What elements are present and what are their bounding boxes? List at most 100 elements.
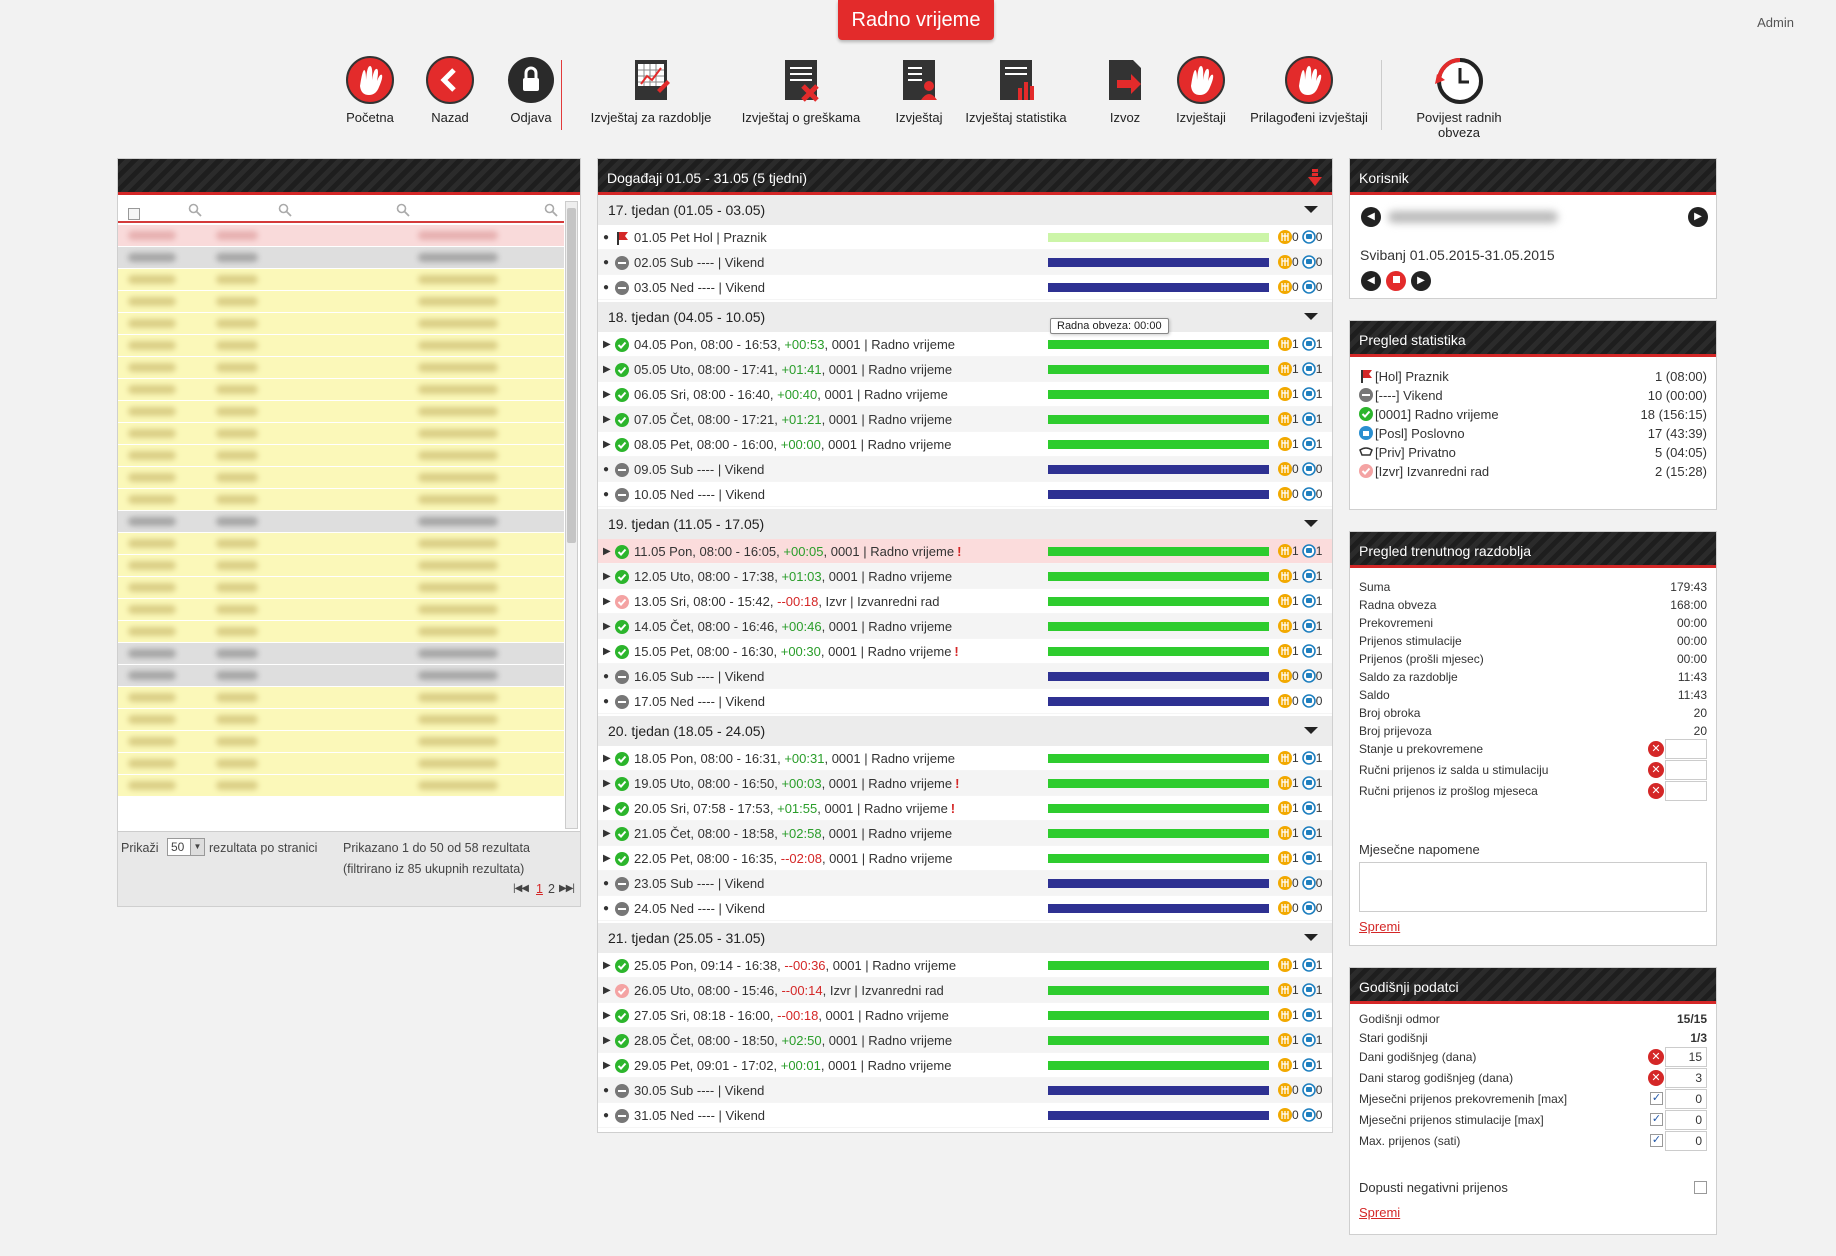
event-row[interactable]: ● 09.05 Sub ---- | Vikend 0 0 bbox=[598, 457, 1332, 482]
table-scrollbar[interactable] bbox=[565, 201, 578, 829]
table-row[interactable] bbox=[118, 247, 564, 269]
table-row[interactable] bbox=[118, 401, 564, 423]
table-row[interactable] bbox=[118, 665, 564, 687]
event-row[interactable]: ▶ 22.05 Pet, 08:00 - 16:35, --02:08, 0001… bbox=[598, 846, 1332, 871]
event-row[interactable]: ▶ 20.05 Sri, 07:58 - 17:53, +01:55, 0001 … bbox=[598, 796, 1332, 821]
event-row[interactable]: ▶ 27.05 Sri, 08:18 - 16:00, --00:18, 0001… bbox=[598, 1003, 1332, 1028]
toolbar-export-button[interactable]: Izvoz bbox=[1088, 56, 1162, 125]
event-row[interactable]: ▶ 12.05 Uto, 08:00 - 17:38, +01:03, 0001 … bbox=[598, 564, 1332, 589]
table-row[interactable] bbox=[118, 731, 564, 753]
event-row[interactable]: ● 24.05 Ned ---- | Vikend 0 0 bbox=[598, 896, 1332, 921]
bullet-icon[interactable]: ● bbox=[603, 225, 611, 250]
week-header[interactable]: 19. tjedan (11.05 - 17.05) bbox=[598, 509, 1332, 539]
table-row[interactable] bbox=[118, 313, 564, 335]
week-header[interactable]: 20. tjedan (18.05 - 24.05) bbox=[598, 716, 1332, 746]
event-row[interactable]: ● 16.05 Sub ---- | Vikend 0 0 bbox=[598, 664, 1332, 689]
prev-period-button[interactable]: ◀ bbox=[1361, 271, 1381, 291]
search-icon[interactable] bbox=[278, 203, 292, 217]
expand-arrow-icon[interactable]: ▶ bbox=[603, 978, 611, 1003]
chevron-down-icon[interactable] bbox=[1304, 206, 1318, 213]
enable-checkbox[interactable]: ✓ bbox=[1650, 1113, 1663, 1126]
expand-arrow-icon[interactable]: ▶ bbox=[603, 953, 611, 978]
table-row[interactable] bbox=[118, 291, 564, 313]
expand-arrow-icon[interactable]: ▶ bbox=[603, 1003, 611, 1028]
toolbar-reports-button[interactable]: Izvještaji bbox=[1163, 56, 1239, 125]
page-size-select[interactable]: 50 ▼ bbox=[167, 838, 205, 856]
event-row[interactable]: ▶ 14.05 Čet, 08:00 - 16:46, +00:46, 0001 … bbox=[598, 614, 1332, 639]
event-row[interactable]: ▶ 18.05 Pon, 08:00 - 16:31, +00:31, 0001 … bbox=[598, 746, 1332, 771]
event-row[interactable]: ● 10.05 Ned ---- | Vikend 0 0 bbox=[598, 482, 1332, 507]
table-row[interactable] bbox=[118, 709, 564, 731]
event-row[interactable]: ▶ 19.05 Uto, 08:00 - 16:50, +00:03, 0001 … bbox=[598, 771, 1332, 796]
last-page-icon[interactable]: ▶▶| bbox=[559, 883, 575, 894]
toolbar-back-button[interactable]: Nazad bbox=[408, 56, 492, 125]
chevron-down-icon[interactable] bbox=[1304, 934, 1318, 941]
event-row[interactable]: ● 03.05 Ned ---- | Vikend 0 0 bbox=[598, 275, 1332, 300]
clear-icon[interactable]: ✕ bbox=[1648, 741, 1664, 757]
table-row[interactable] bbox=[118, 555, 564, 577]
period-input-field[interactable] bbox=[1665, 739, 1707, 759]
notes-textarea[interactable] bbox=[1359, 862, 1707, 912]
clear-icon[interactable]: ✕ bbox=[1648, 762, 1664, 778]
annual-input-field[interactable]: 0 bbox=[1665, 1131, 1707, 1151]
expand-arrow-icon[interactable]: ▶ bbox=[603, 846, 611, 871]
expand-arrow-icon[interactable]: ▶ bbox=[603, 432, 611, 457]
event-row[interactable]: ● 30.05 Sub ---- | Vikend 0 0 bbox=[598, 1078, 1332, 1103]
event-row[interactable]: ▶ 26.05 Uto, 08:00 - 15:46, --00:14, Izvr… bbox=[598, 978, 1332, 1003]
table-row[interactable] bbox=[118, 269, 564, 291]
table-row[interactable] bbox=[118, 467, 564, 489]
annual-input-field[interactable]: 0 bbox=[1665, 1089, 1707, 1109]
table-row[interactable] bbox=[118, 753, 564, 775]
week-header[interactable]: 18. tjedan (04.05 - 10.05) bbox=[598, 302, 1332, 332]
table-row[interactable] bbox=[118, 643, 564, 665]
table-row[interactable] bbox=[118, 489, 564, 511]
table-row[interactable] bbox=[118, 445, 564, 467]
scrollbar-thumb[interactable] bbox=[567, 208, 576, 543]
event-row[interactable]: ▶ 06.05 Sri, 08:00 - 16:40, +00:40, 0001 … bbox=[598, 382, 1332, 407]
table-row[interactable] bbox=[118, 533, 564, 555]
expand-arrow-icon[interactable]: ▶ bbox=[603, 796, 611, 821]
table-row[interactable] bbox=[118, 577, 564, 599]
page-link-1[interactable]: 1 bbox=[536, 882, 543, 896]
chevron-down-icon[interactable] bbox=[1304, 727, 1318, 734]
toolbar-statistics-report-button[interactable]: Izvještaj statistika bbox=[951, 56, 1081, 125]
toolbar-clock-history-button[interactable]: Povijest radnih obveza bbox=[1407, 56, 1511, 140]
week-header[interactable]: 17. tjedan (01.05 - 03.05) bbox=[598, 195, 1332, 225]
expand-arrow-icon[interactable]: ▶ bbox=[603, 539, 611, 564]
event-row[interactable]: ▶ 13.05 Sri, 08:00 - 15:42, --00:18, Izvr… bbox=[598, 589, 1332, 614]
expand-arrow-icon[interactable]: ▶ bbox=[603, 821, 611, 846]
expand-arrow-icon[interactable]: ▶ bbox=[603, 746, 611, 771]
table-row[interactable] bbox=[118, 621, 564, 643]
expand-arrow-icon[interactable]: ▶ bbox=[603, 332, 611, 357]
week-header[interactable]: 21. tjedan (25.05 - 31.05) bbox=[598, 923, 1332, 953]
event-row[interactable]: ● 01.05 Pet Hol | Praznik 0 0 bbox=[598, 225, 1332, 250]
next-user-button[interactable]: ▶ bbox=[1688, 207, 1708, 227]
user-label[interactable]: Admin bbox=[1757, 15, 1794, 30]
event-row[interactable]: ● 31.05 Ned ---- | Vikend 0 0 bbox=[598, 1103, 1332, 1128]
download-arrow-icon[interactable] bbox=[1308, 169, 1322, 187]
expand-arrow-icon[interactable]: ▶ bbox=[603, 357, 611, 382]
expand-arrow-icon[interactable]: ▶ bbox=[603, 564, 611, 589]
table-row[interactable] bbox=[118, 599, 564, 621]
expand-arrow-icon[interactable]: ▶ bbox=[603, 382, 611, 407]
toolbar-custom-reports-button[interactable]: Prilagođeni izvještaji bbox=[1242, 56, 1376, 125]
search-icon[interactable] bbox=[544, 203, 558, 217]
first-page-icon[interactable]: |◀◀ bbox=[513, 883, 529, 894]
table-row[interactable] bbox=[118, 775, 564, 797]
table-row[interactable] bbox=[118, 225, 564, 247]
expand-arrow-icon[interactable]: ▶ bbox=[603, 1028, 611, 1053]
prev-user-button[interactable]: ◀ bbox=[1361, 207, 1381, 227]
clear-icon[interactable]: ✕ bbox=[1648, 1049, 1664, 1065]
table-row[interactable] bbox=[118, 687, 564, 709]
current-period-button[interactable] bbox=[1386, 271, 1406, 291]
event-row[interactable]: ▶ 08.05 Pet, 08:00 - 16:00, +00:00, 0001 … bbox=[598, 432, 1332, 457]
event-row[interactable]: ▶ 07.05 Čet, 08:00 - 17:21, +01:21, 0001 … bbox=[598, 407, 1332, 432]
annual-input-field[interactable]: 3 bbox=[1665, 1068, 1707, 1088]
allow-negative-checkbox[interactable] bbox=[1694, 1181, 1707, 1194]
event-row[interactable]: ▶ 15.05 Pet, 08:00 - 16:30, +00:30, 0001 … bbox=[598, 639, 1332, 664]
period-input-field[interactable] bbox=[1665, 760, 1707, 780]
page-link-2[interactable]: 2 bbox=[548, 882, 555, 896]
event-row[interactable]: ● 23.05 Sub ---- | Vikend 0 0 bbox=[598, 871, 1332, 896]
annual-input-field[interactable]: 0 bbox=[1665, 1110, 1707, 1130]
event-row[interactable]: ▶ 25.05 Pon, 09:14 - 16:38, --00:36, 0001… bbox=[598, 953, 1332, 978]
